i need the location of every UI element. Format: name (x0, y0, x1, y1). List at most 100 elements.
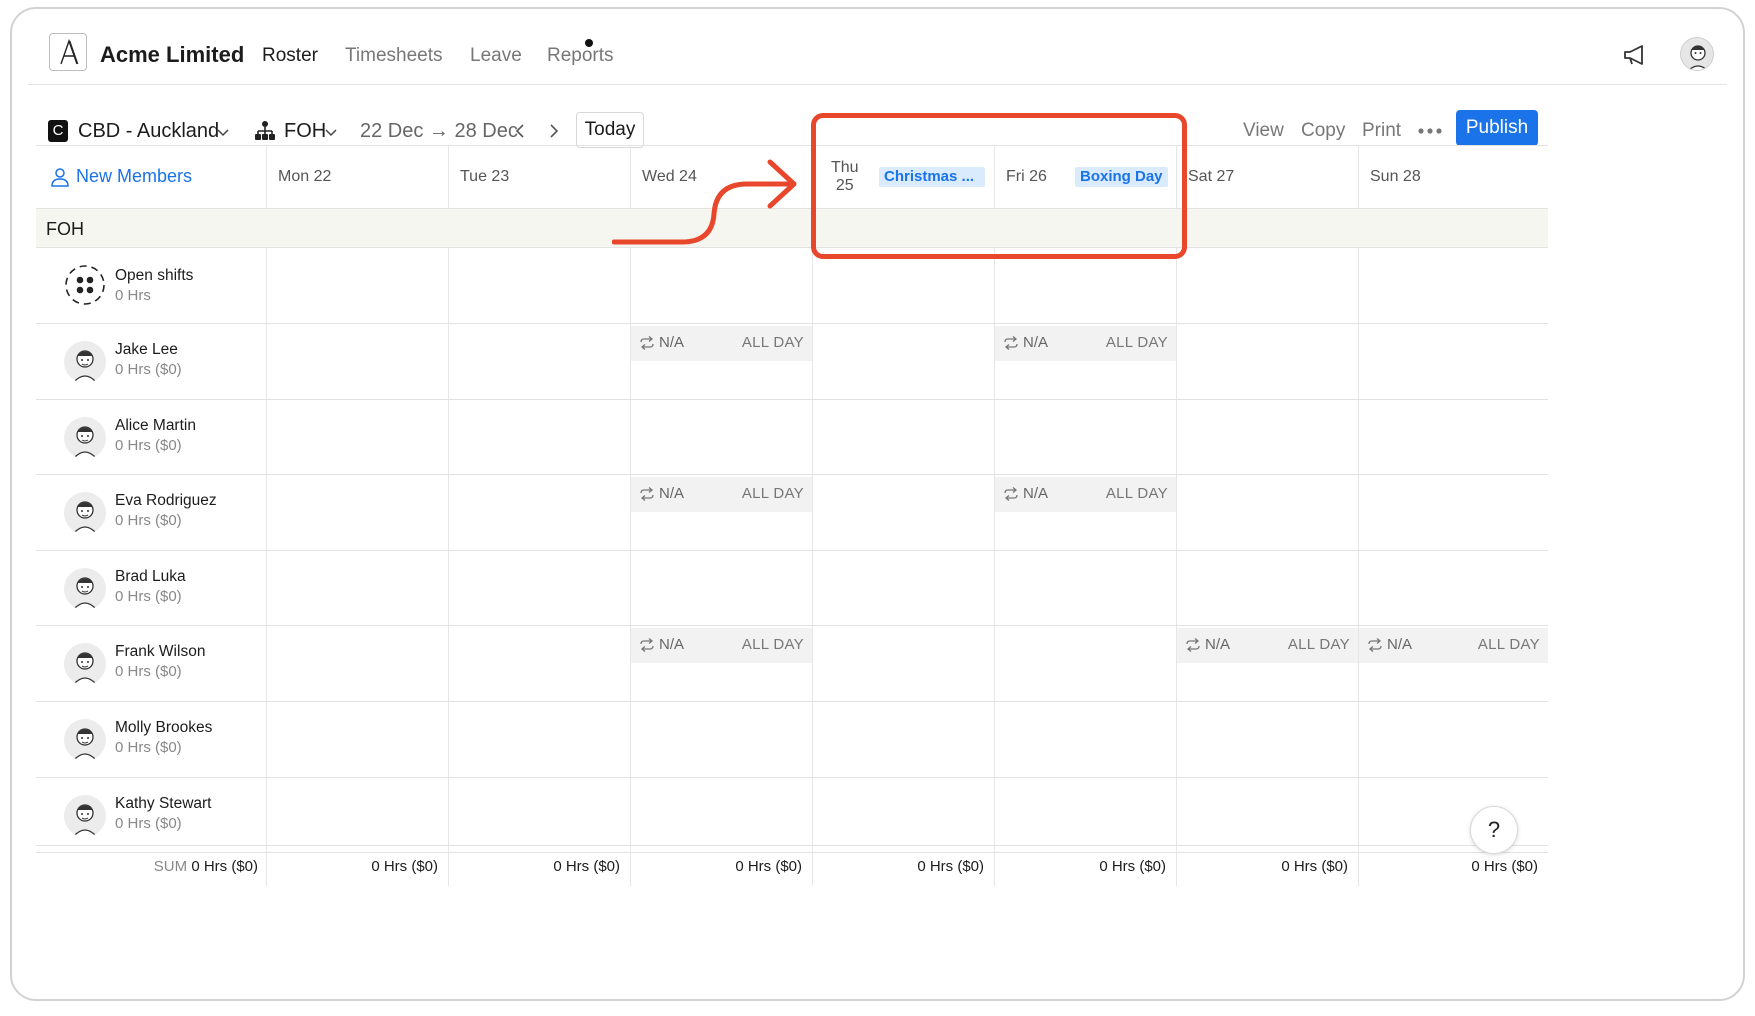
unavailable-tag: N/A (639, 485, 684, 502)
column-divider (266, 626, 267, 701)
employee-name[interactable]: Molly Brookes (115, 719, 212, 737)
unavailability-block[interactable]: N/A ALL DAY (995, 477, 1176, 513)
app-window: Acme Limited Roster Timesheets Leave Rep… (10, 7, 1745, 1001)
employee-row[interactable]: Molly Brookes 0 Hrs ($0) (36, 702, 1548, 778)
user-outline-icon (51, 167, 69, 187)
user-avatar[interactable] (1680, 37, 1714, 71)
column-divider (994, 702, 995, 777)
employee-hours: 0 Hrs ($0) (115, 739, 182, 756)
column-divider (812, 550, 813, 626)
employee-row[interactable]: N/A ALL DAY N/A ALL DAY Eva Rodriguez 0 Hrs (… (36, 475, 1548, 551)
today-button[interactable]: Today (576, 112, 644, 148)
unavailability-block[interactable]: N/A ALL DAY (1177, 628, 1358, 664)
employee-row[interactable]: Kathy Stewart 0 Hrs ($0) (36, 777, 1548, 854)
print-button[interactable]: Print (1362, 120, 1401, 142)
person-face-icon (72, 652, 98, 686)
all-day-label: ALL DAY (741, 636, 804, 654)
all-day-label: ALL DAY (741, 485, 804, 503)
open-shifts-row[interactable]: Open shifts 0 Hrs (36, 248, 1548, 324)
view-button[interactable]: View (1243, 120, 1284, 142)
employee-avatar (64, 416, 106, 459)
employee-avatar (64, 794, 106, 837)
copy-button[interactable]: Copy (1301, 120, 1345, 142)
employee-name[interactable]: Brad Luka (115, 568, 186, 586)
unavailable-tag: N/A (1003, 485, 1048, 502)
previous-week-icon[interactable] (508, 117, 532, 145)
column-divider (266, 399, 267, 475)
person-face-icon (72, 501, 98, 535)
more-options-icon[interactable] (1417, 127, 1443, 135)
day-header-sun[interactable]: Sun 28 (1358, 146, 1548, 208)
location-selector[interactable]: CBD - Auckland (78, 120, 219, 143)
unavailable-label: N/A (659, 485, 685, 503)
unavailability-block[interactable]: N/A ALL DAY (995, 326, 1176, 361)
nav-reports[interactable]: Reports (547, 45, 614, 67)
unavailability-block[interactable]: N/A ALL DAY (631, 477, 812, 513)
employee-row[interactable]: N/A ALL DAY N/A ALL DAY N/A ALL DAY Frank Wils… (36, 626, 1548, 702)
employee-hours: 0 Hrs ($0) (115, 814, 182, 832)
logo-a-icon (60, 38, 79, 65)
column-divider (812, 248, 813, 323)
employee-row[interactable]: N/A ALL DAY N/A ALL DAY Jake Lee 0 Hrs ($0) (36, 324, 1548, 400)
column-divider (266, 324, 267, 399)
employee-name[interactable]: Jake Lee (115, 341, 178, 359)
person-face-icon (72, 577, 98, 610)
unavailability-block[interactable]: N/A ALL DAY (631, 628, 812, 664)
column-divider (812, 324, 813, 399)
employee-hours: 0 Hrs ($0) (115, 436, 182, 454)
new-members-link[interactable]: New Members (50, 166, 192, 187)
day-header-sat[interactable]: Sat 27 (1176, 146, 1358, 208)
nav-divider (28, 84, 1727, 85)
team-hierarchy-icon (255, 121, 275, 140)
column-divider (1358, 324, 1359, 399)
day-header-mon[interactable]: Mon 22 (266, 146, 448, 208)
nav-roster[interactable]: Roster (262, 45, 318, 67)
column-divider (266, 248, 267, 323)
location-badge: C (48, 120, 68, 142)
chevron-down-icon[interactable] (323, 128, 339, 138)
employee-name[interactable]: Alice Martin (115, 417, 196, 435)
employee-name[interactable]: Kathy Stewart (115, 795, 212, 813)
employee-avatar (64, 341, 106, 383)
column-divider (1176, 475, 1177, 550)
megaphone-icon[interactable] (1622, 43, 1648, 67)
column-divider (1358, 777, 1359, 853)
user-face-icon (1688, 45, 1708, 70)
help-button[interactable]: ? (1470, 806, 1518, 854)
unavailable-label: N/A (1023, 334, 1049, 351)
unavailability-block[interactable]: N/A ALL DAY (1359, 628, 1548, 664)
employee-name[interactable]: Eva Rodriguez (115, 492, 217, 510)
column-divider (994, 248, 995, 323)
day-header-tue[interactable]: Tue 23 (448, 146, 630, 208)
nav-timesheets[interactable]: Timesheets (345, 45, 443, 67)
unavailable-label: N/A (659, 636, 685, 654)
employee-name[interactable]: Frank Wilson (115, 643, 205, 661)
column-divider (1176, 324, 1177, 399)
all-day-label: ALL DAY (1105, 485, 1168, 503)
all-day-label: ALL DAY (1477, 636, 1540, 654)
column-divider (630, 777, 631, 853)
employee-hours: 0 Hrs ($0) (115, 512, 182, 530)
nav-leave[interactable]: Leave (470, 45, 522, 67)
unavailable-tag: N/A (1003, 334, 1048, 351)
column-divider (1358, 399, 1359, 475)
unavailable-tag: N/A (1367, 636, 1412, 653)
column-divider (1176, 777, 1177, 853)
chevron-down-icon[interactable] (215, 128, 231, 138)
open-shifts-label: Open shifts (115, 267, 194, 284)
all-day-label: ALL DAY (741, 334, 804, 351)
column-divider (266, 777, 267, 853)
column-divider (1176, 550, 1177, 626)
next-week-icon[interactable] (542, 117, 566, 145)
column-divider (266, 475, 267, 550)
unavailability-block[interactable]: N/A ALL DAY (631, 326, 812, 361)
repeat-icon (640, 335, 654, 350)
employee-row[interactable]: Alice Martin 0 Hrs ($0) (36, 399, 1548, 476)
team-selector[interactable]: FOH (284, 120, 326, 143)
employee-row[interactable]: Brad Luka 0 Hrs ($0) (36, 550, 1548, 627)
sum-sat: 0 Hrs ($0) (1281, 858, 1348, 875)
company-logo[interactable] (49, 33, 87, 71)
unavailable-tag: N/A (639, 636, 684, 653)
section-label: FOH (46, 219, 84, 239)
publish-button[interactable]: Publish (1456, 110, 1538, 146)
